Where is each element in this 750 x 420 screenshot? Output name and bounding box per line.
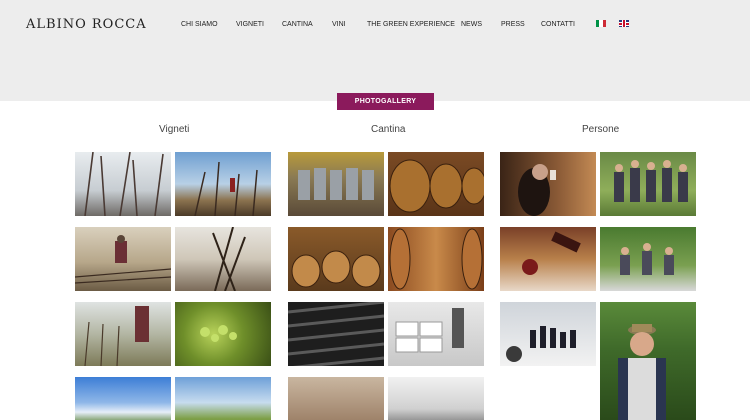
gallery-photo[interactable] [175, 377, 271, 420]
gallery-photo[interactable] [75, 152, 171, 216]
photogallery-badge: PHOTOGALLERY [337, 93, 434, 110]
nav-contatti[interactable]: CONTATTI [541, 21, 575, 28]
nav-chi-siamo[interactable]: CHI SIAMO [181, 21, 218, 28]
gallery-photo[interactable] [75, 302, 171, 366]
site-header: ALBINO ROCCA CHI SIAMO VIGNETI CANTINA V… [0, 0, 750, 101]
gallery-photo[interactable] [388, 227, 484, 291]
gallery-photo[interactable] [288, 227, 384, 291]
gallery-photo[interactable] [388, 152, 484, 216]
nav-cantina[interactable]: CANTINA [282, 21, 313, 28]
gallery-photo[interactable] [288, 152, 384, 216]
gallery-photo[interactable] [500, 152, 596, 216]
site-logo[interactable]: ALBINO ROCCA [26, 17, 147, 32]
gallery-photo[interactable] [175, 152, 271, 216]
gallery-photo[interactable] [288, 302, 384, 366]
nav-news[interactable]: NEWS [461, 21, 482, 28]
gallery-photo[interactable] [600, 227, 696, 291]
gallery-photo[interactable] [388, 302, 484, 366]
column-title-cantina: Cantina [371, 124, 406, 135]
nav-press[interactable]: PRESS [501, 21, 525, 28]
column-title-persone: Persone [582, 124, 620, 135]
english-flag-icon[interactable] [619, 20, 629, 27]
gallery-photo[interactable] [75, 377, 171, 420]
gallery-photo[interactable] [175, 227, 271, 291]
gallery-photo[interactable] [388, 377, 484, 420]
nav-vigneti[interactable]: VIGNETI [236, 21, 264, 28]
gallery-photo[interactable] [288, 377, 384, 420]
gallery-photo[interactable] [75, 227, 171, 291]
nav-green-experience[interactable]: THE GREEN EXPERIENCE [367, 21, 455, 28]
gallery-photo[interactable] [600, 152, 696, 216]
gallery-photo[interactable] [175, 302, 271, 366]
gallery-photo[interactable] [600, 302, 696, 420]
gallery-photo[interactable] [500, 302, 596, 366]
italian-flag-icon[interactable] [596, 20, 606, 27]
gallery-photo[interactable] [500, 227, 596, 291]
nav-vini[interactable]: VINI [332, 21, 346, 28]
column-title-vigneti: Vigneti [159, 124, 190, 135]
